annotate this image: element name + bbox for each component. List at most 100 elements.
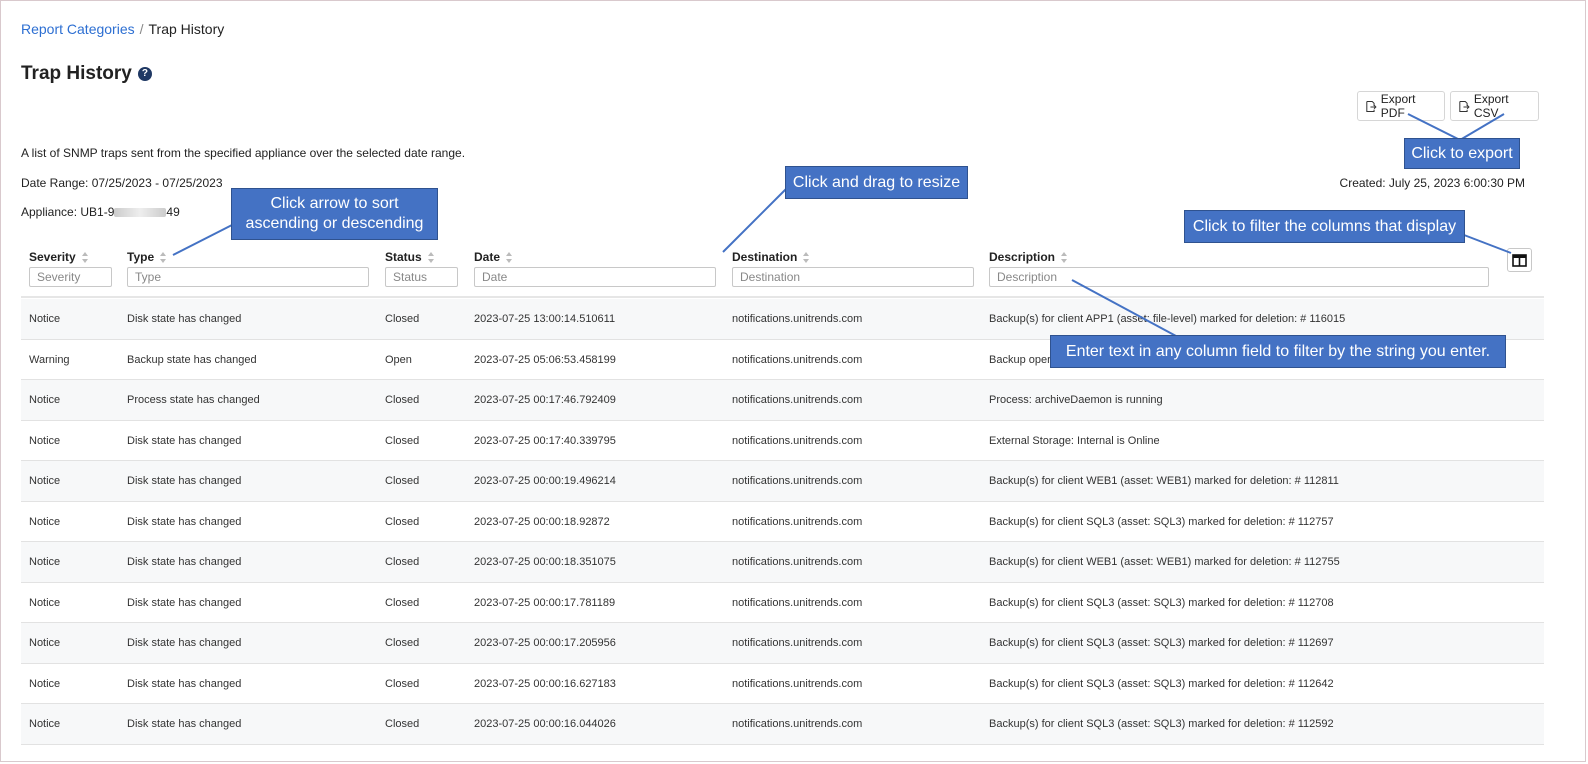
status-cell: Closed bbox=[385, 637, 420, 649]
filter-callout: Enter text in any column field to filter… bbox=[1050, 335, 1506, 368]
status-cell: Closed bbox=[385, 475, 420, 487]
report-description: A list of SNMP traps sent from the speci… bbox=[21, 146, 466, 160]
description-cell: External Storage: Internal is Online bbox=[989, 434, 1160, 447]
destination-cell: notifications.unitrends.com bbox=[732, 637, 863, 649]
table-row[interactable]: Notice Disk state has changed Closed 2023-0… bbox=[21, 299, 1544, 340]
page-title: Trap History ? bbox=[21, 63, 152, 85]
type-filter-input[interactable] bbox=[127, 267, 369, 287]
sort-icon[interactable] bbox=[160, 251, 167, 263]
columns-callout: Click to filter the columns that display bbox=[1184, 210, 1465, 243]
column-header-severity[interactable]: Severity bbox=[29, 250, 89, 264]
description-cell: Process: archiveDaemon is running bbox=[989, 394, 1163, 406]
status-cell: Closed bbox=[385, 677, 420, 690]
column-label: Type bbox=[127, 250, 155, 264]
severity-cell: Notice bbox=[29, 596, 61, 609]
status-cell: Open bbox=[385, 353, 412, 366]
column-label: Date bbox=[474, 250, 501, 264]
date-cell: 2023-07-25 00:00:16.044026 bbox=[474, 718, 616, 730]
type-cell: Backup state has changed bbox=[127, 353, 257, 366]
destination-cell: notifications.unitrends.com bbox=[732, 677, 863, 690]
table-row[interactable]: Notice Disk state has changed Closed 2023-0… bbox=[21, 502, 1544, 542]
severity-cell: Notice bbox=[29, 515, 61, 528]
type-cell: Disk state has changed bbox=[127, 718, 242, 730]
column-header-status[interactable]: Status bbox=[385, 250, 435, 264]
column-header-date[interactable]: Date bbox=[474, 250, 513, 264]
sort-icon[interactable] bbox=[803, 251, 810, 263]
date-cell: 2023-07-25 00:00:17.781189 bbox=[474, 596, 616, 609]
column-header-destination[interactable]: Destination bbox=[732, 250, 810, 264]
description-cell: Backup(s) for client WEB1 (asset: WEB1) … bbox=[989, 556, 1340, 568]
column-header-type[interactable]: Type bbox=[127, 250, 167, 264]
table-row[interactable]: Notice Disk state has changed Closed 2023-0… bbox=[21, 461, 1544, 502]
appliance-info: Appliance: UB1-9 49 bbox=[21, 205, 180, 219]
sort-callout: Click arrow to sort ascending or descend… bbox=[231, 188, 438, 240]
table-row[interactable]: Notice Process state has changed Closed 202… bbox=[21, 380, 1544, 421]
type-cell: Disk state has changed bbox=[127, 596, 242, 609]
status-cell: Closed bbox=[385, 596, 420, 609]
severity-cell: Notice bbox=[29, 556, 61, 568]
table-row[interactable]: Notice Disk state has changed Closed 2023-0… bbox=[21, 583, 1544, 623]
export-csv-button[interactable]: Export CSV bbox=[1450, 91, 1539, 121]
sort-icon[interactable] bbox=[81, 251, 89, 263]
date-cell: 2023-07-25 00:17:40.339795 bbox=[474, 434, 616, 447]
severity-cell: Notice bbox=[29, 475, 61, 487]
status-cell: Closed bbox=[385, 718, 420, 730]
type-cell: Disk state has changed bbox=[127, 637, 242, 649]
status-filter-input[interactable] bbox=[385, 267, 458, 287]
sort-icon[interactable] bbox=[506, 251, 513, 263]
appliance-prefix: Appliance: UB1-9 bbox=[21, 205, 115, 219]
table-row[interactable]: Notice Disk state has changed Closed 2023-0… bbox=[21, 664, 1544, 704]
status-cell: Closed bbox=[385, 394, 420, 406]
column-chooser-button[interactable] bbox=[1507, 248, 1532, 272]
date-filter-input[interactable] bbox=[474, 267, 716, 287]
description-cell: Backup(s) for client SQL3 (asset: SQL3) … bbox=[989, 718, 1334, 730]
destination-cell: notifications.unitrends.com bbox=[732, 394, 863, 406]
column-label: Severity bbox=[29, 250, 76, 264]
severity-cell: Notice bbox=[29, 718, 61, 730]
file-export-icon bbox=[1459, 100, 1470, 112]
type-cell: Disk state has changed bbox=[127, 313, 242, 325]
description-filter-input[interactable] bbox=[989, 267, 1489, 287]
type-cell: Disk state has changed bbox=[127, 434, 242, 447]
date-range: Date Range: 07/25/2023 - 07/25/2023 bbox=[21, 176, 223, 190]
column-header-description[interactable]: Description bbox=[989, 250, 1068, 264]
severity-cell: Notice bbox=[29, 394, 61, 406]
breadcrumb-separator: / bbox=[139, 21, 144, 37]
destination-filter-input[interactable] bbox=[732, 267, 974, 287]
type-cell: Disk state has changed bbox=[127, 515, 242, 528]
severity-cell: Notice bbox=[29, 434, 61, 447]
destination-cell: notifications.unitrends.com bbox=[732, 313, 863, 325]
help-icon[interactable]: ? bbox=[137, 67, 152, 81]
created-timestamp: Created: July 25, 2023 6:00:30 PM bbox=[1339, 176, 1525, 190]
severity-filter-input[interactable] bbox=[29, 267, 112, 287]
export-pdf-button[interactable]: Export PDF bbox=[1357, 91, 1445, 121]
severity-cell: Notice bbox=[29, 677, 61, 690]
date-cell: 2023-07-25 00:00:18.351075 bbox=[474, 556, 616, 568]
sort-icon[interactable] bbox=[1061, 251, 1068, 263]
description-cell: Backup(s) for client WEB1 (asset: WEB1) … bbox=[989, 475, 1339, 487]
breadcrumb: Report Categories / Trap History bbox=[21, 21, 224, 37]
description-cell: Backup(s) for client SQL3 (asset: SQL3) … bbox=[989, 637, 1334, 649]
column-label: Description bbox=[989, 250, 1056, 264]
description-cell: Backup(s) for client APP1 (asset: file-l… bbox=[989, 313, 1346, 325]
description-cell: Backup(s) for client SQL3 (asset: SQL3) … bbox=[989, 677, 1334, 690]
table-row[interactable]: Notice Disk state has changed Closed 2023-0… bbox=[21, 421, 1544, 461]
export-callout: Click to export bbox=[1404, 138, 1520, 169]
status-cell: Closed bbox=[385, 434, 420, 447]
destination-cell: notifications.unitrends.com bbox=[732, 515, 863, 528]
type-cell: Disk state has changed bbox=[127, 677, 242, 690]
type-cell: Disk state has changed bbox=[127, 556, 242, 568]
page-title-text: Trap History bbox=[21, 63, 132, 84]
status-cell: Closed bbox=[385, 556, 420, 568]
status-cell: Closed bbox=[385, 313, 420, 325]
sort-icon[interactable] bbox=[427, 251, 435, 263]
type-cell: Disk state has changed bbox=[127, 475, 242, 487]
breadcrumb-report-categories[interactable]: Report Categories bbox=[21, 21, 135, 37]
table-row[interactable]: Notice Disk state has changed Closed 2023-0… bbox=[21, 542, 1544, 583]
file-export-icon bbox=[1366, 100, 1377, 112]
date-cell: 2023-07-25 13:00:14.510611 bbox=[474, 313, 616, 325]
destination-cell: notifications.unitrends.com bbox=[732, 556, 863, 568]
table-row[interactable]: Notice Disk state has changed Closed 2023-0… bbox=[21, 704, 1544, 745]
destination-cell: notifications.unitrends.com bbox=[732, 475, 863, 487]
table-row[interactable]: Notice Disk state has changed Closed 2023-0… bbox=[21, 623, 1544, 664]
